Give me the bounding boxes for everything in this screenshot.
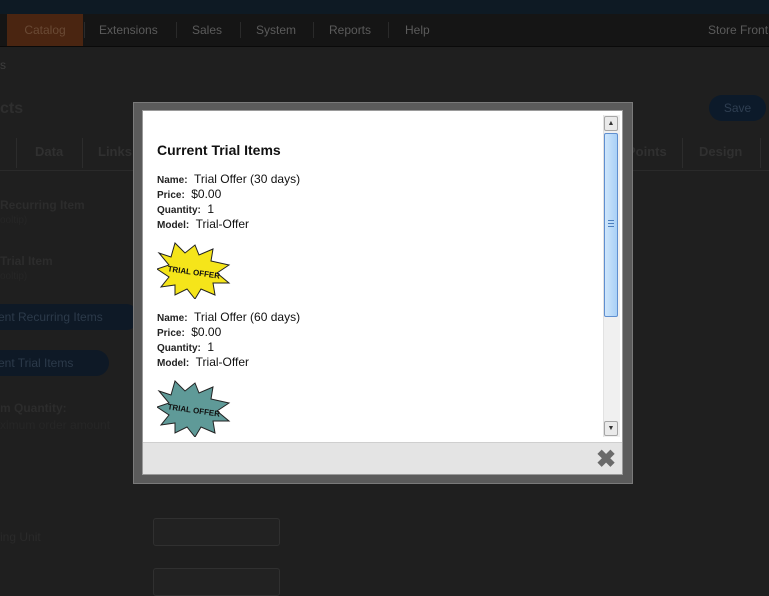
scroll-up-arrow-icon[interactable]: ▲ [604, 116, 618, 131]
item-name-row: Name: Trial Offer (30 days) [157, 171, 457, 186]
item-quantity-row: Quantity: 1 [157, 339, 457, 354]
item-quantity: 1 [207, 340, 215, 354]
trial-offer-badge-icon: TRIAL OFFER [157, 242, 231, 299]
price-label: Price: [157, 328, 185, 339]
item-price: $0.00 [191, 187, 222, 201]
modal-footer: ✖ [143, 442, 622, 474]
item-quantity-row: Quantity: 1 [157, 201, 457, 216]
item-price-row: Price: $0.00 [157, 186, 457, 201]
model-label: Model: [157, 220, 190, 231]
name-label: Name: [157, 175, 188, 186]
item-name: Trial Offer (30 days) [194, 172, 301, 186]
item-name: Trial Offer (60 days) [194, 310, 301, 324]
model-label: Model: [157, 358, 190, 369]
scrollbar-thumb[interactable] [604, 133, 618, 317]
close-icon[interactable]: ✖ [595, 448, 617, 472]
trial-offer-badge-icon: TRIAL OFFER [157, 380, 231, 437]
item-name-row: Name: Trial Offer (60 days) [157, 309, 457, 324]
quantity-label: Quantity: [157, 205, 201, 216]
price-label: Price: [157, 190, 185, 201]
item-model-row: Model: Trial-Offer [157, 216, 457, 231]
trial-item: Name: Trial Offer (60 days) Price: $0.00… [157, 309, 457, 437]
modal-scrollbar[interactable]: ▲ ▼ [603, 115, 620, 437]
item-quantity: 1 [207, 202, 215, 216]
scroll-grip-icon [608, 220, 614, 228]
name-label: Name: [157, 313, 188, 324]
item-price: $0.00 [191, 325, 222, 339]
quantity-label: Quantity: [157, 343, 201, 354]
trial-item: Name: Trial Offer (30 days) Price: $0.00… [157, 171, 457, 299]
item-model-row: Model: Trial-Offer [157, 354, 457, 369]
modal-title: Current Trial Items [157, 142, 281, 158]
trial-items-modal: Current Trial Items Name: Trial Offer (3… [142, 110, 623, 475]
scroll-down-arrow-icon[interactable]: ▼ [604, 421, 618, 436]
item-model: Trial-Offer [195, 217, 250, 231]
item-price-row: Price: $0.00 [157, 324, 457, 339]
modal-content[interactable]: Current Trial Items Name: Trial Offer (3… [143, 111, 603, 442]
item-model: Trial-Offer [195, 355, 250, 369]
